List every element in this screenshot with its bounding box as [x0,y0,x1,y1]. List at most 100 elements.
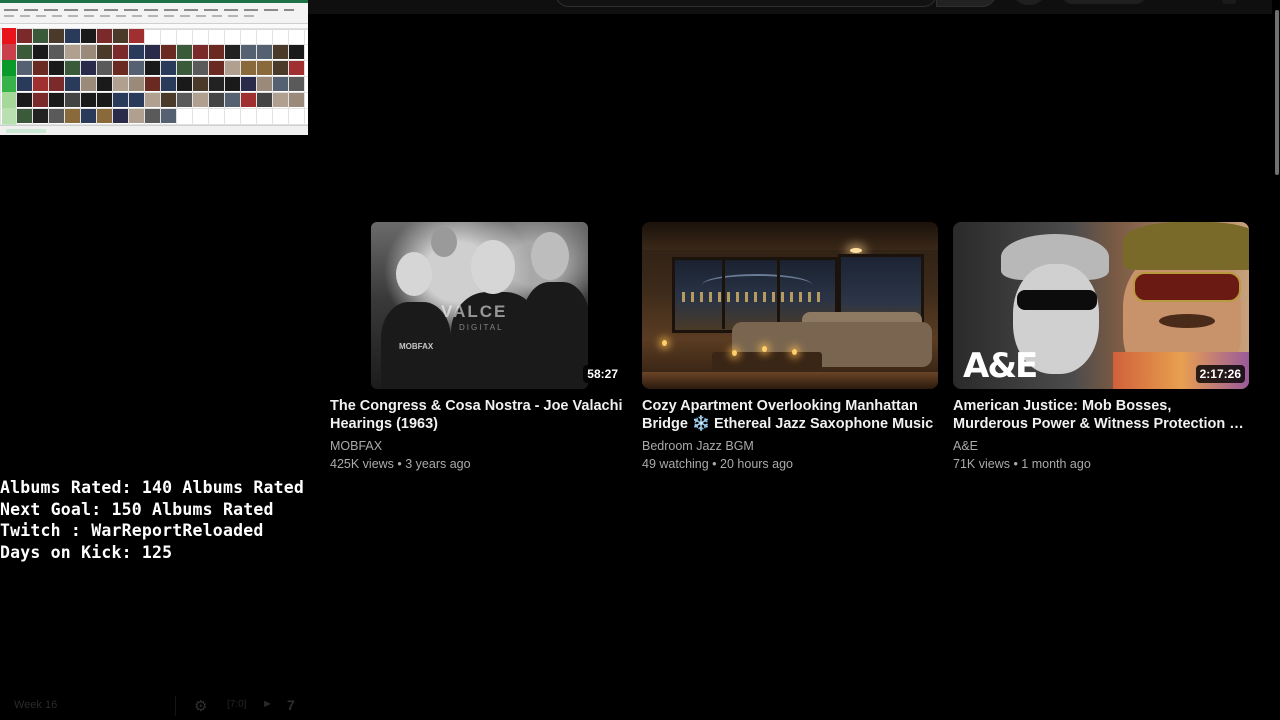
album-cover [17,61,32,75]
album-cover [273,45,288,59]
album-cover [209,77,224,91]
search-button[interactable] [936,0,996,7]
bottom-bar-divider [175,696,176,716]
header-pill-button[interactable] [1062,0,1146,4]
album-cover [193,93,208,107]
tier-label [2,76,16,92]
album-cover [17,45,32,59]
bottom-bar: Week 16 ⚙ [7:0] ► 7 [0,696,308,718]
bottom-bar-label: Week 16 [14,699,58,711]
album-cover [81,61,96,75]
album-cover-grid [17,28,308,135]
album-cover [97,93,112,107]
video-meta: 49 watching • 20 hours ago [642,457,794,471]
tier-label [2,28,16,44]
album-cover [17,93,32,107]
album-cover [49,45,64,59]
twitch-text: Twitch : WarReportReloaded [0,521,264,540]
video-title[interactable]: Cozy Apartment Overlooking Manhattan Bri… [642,397,938,433]
album-cover [49,61,64,75]
album-cover [273,77,288,91]
album-cover [177,45,192,59]
album-cover [193,77,208,91]
album-cover [65,61,80,75]
album-cover [81,109,96,123]
video-thumbnail[interactable]: A&E 2:17:26 [953,222,1249,389]
thumbnail-watermark: VALCE [441,302,508,321]
play-icon[interactable]: ► [262,698,273,710]
album-cover [81,77,96,91]
album-cover [129,77,144,91]
video-thumbnail[interactable] [642,222,938,389]
album-cover [129,109,144,123]
scrollbar-thumb[interactable] [1275,10,1279,175]
album-cover [273,61,288,75]
album-cover [161,45,176,59]
settings-icon[interactable]: ⚙ [194,697,207,715]
album-cover [257,93,272,107]
album-cover [193,61,208,75]
bottom-bar-number: 7 [287,697,295,713]
video-channel[interactable]: A&E [953,437,1249,455]
album-cover [17,109,32,123]
album-cover [161,109,176,123]
album-cover [161,93,176,107]
album-cover [113,93,128,107]
search-input[interactable] [555,0,937,7]
album-cover [241,45,256,59]
days-on-kick-text: Days on Kick: 125 [0,542,173,562]
video-card[interactable]: Cozy Apartment Overlooking Manhattan Bri… [642,222,938,473]
album-cover [49,29,64,43]
album-cover [113,77,128,91]
video-channel[interactable]: MOBFAX [330,437,626,455]
spreadsheet-overlay [0,0,308,135]
album-cover [129,61,144,75]
album-cover [113,61,128,75]
spreadsheet-sheet-tab [6,129,46,133]
album-cover [145,93,160,107]
album-cover [177,93,192,107]
album-cover [193,45,208,59]
scrollbar[interactable] [1272,0,1280,720]
album-cover [33,77,48,91]
header-corner-icon[interactable] [1222,0,1236,4]
album-cover [65,77,80,91]
thumbnail-watermark-sub: DIGITAL [459,323,504,332]
album-cover [81,93,96,107]
album-cover [225,77,240,91]
video-meta: 71K views • 1 month ago [953,457,1091,471]
albums-rated-text: Albums Rated: 140 Albums Rated [0,478,305,497]
album-cover [257,45,272,59]
album-cover [97,109,112,123]
video-title[interactable]: The Congress & Cosa Nostra - Joe Valachi… [330,397,626,433]
album-cover [65,93,80,107]
album-cover [33,29,48,43]
album-cover [241,61,256,75]
bottom-bar-small-text: [7:0] [227,699,247,710]
video-duration: 58:27 [583,365,622,383]
album-cover [97,29,112,43]
channel-logo: A&E [963,346,1038,386]
next-goal-text: Next Goal: 150 Albums Rated [0,499,274,519]
album-cover [289,93,304,107]
spreadsheet-status-bar [0,125,308,135]
album-cover [97,45,112,59]
album-cover [65,45,80,59]
tier-label [2,60,16,76]
album-cover [33,61,48,75]
album-cover [161,77,176,91]
album-cover [145,109,160,123]
album-cover [17,29,32,43]
video-thumbnail[interactable]: VALCE DIGITAL MOBFAX 58:27 [330,222,626,389]
video-card[interactable]: A&E 2:17:26 American Justice: Mob Bosses… [953,222,1249,473]
video-title[interactable]: American Justice: Mob Bosses, Murderous … [953,397,1249,433]
album-cover [145,45,160,59]
album-cover [49,77,64,91]
video-card[interactable]: VALCE DIGITAL MOBFAX 58:27 The Congress … [330,222,626,473]
album-cover [241,77,256,91]
album-cover [33,45,48,59]
video-meta: 425K views • 3 years ago [330,457,471,471]
thumbnail-image: VALCE DIGITAL MOBFAX [371,222,588,389]
album-cover [113,109,128,123]
video-channel[interactable]: Bedroom Jazz BGM [642,437,938,455]
